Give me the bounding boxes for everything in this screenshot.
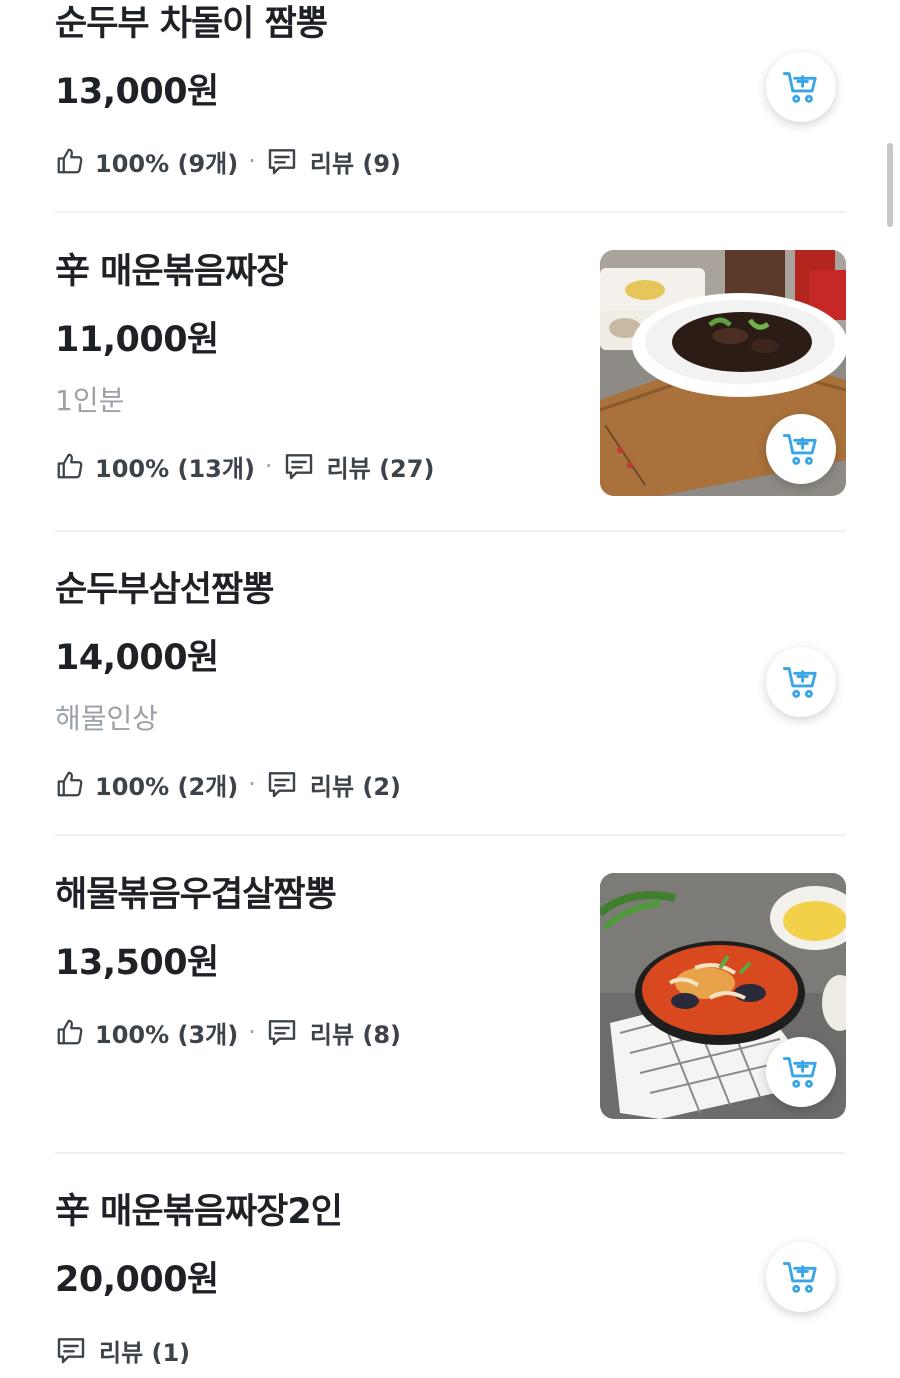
menu-item[interactable]: 순두부삼선짬뽕 14,000원 해물인상 100% (2개) · 리뷰 (2)	[55, 568, 846, 808]
speech-bubble-icon	[285, 454, 312, 480]
like-rate: 100% (13개)	[95, 454, 255, 483]
scrollbar-thumb[interactable]	[887, 143, 893, 227]
review-count[interactable]: 리뷰 (1)	[99, 1333, 190, 1368]
menu-item-price: 20,000원	[55, 1260, 219, 1300]
menu-item-name: 순두부 차돌이 짬뽕	[55, 4, 328, 44]
menu-item[interactable]: 辛 매운볶음짜장 11,000원 1인분 100% (13개) · 리뷰 (27…	[55, 250, 846, 500]
menu-item-stats: 100% (9개) · 리뷰 (9)	[55, 141, 401, 181]
thumbs-up-icon	[57, 453, 83, 479]
review-count[interactable]: 리뷰 (27)	[327, 449, 435, 484]
add-to-cart-icon	[782, 1057, 817, 1088]
menu-item-name: 순두부삼선짬뽕	[55, 570, 274, 610]
review-count[interactable]: 리뷰 (2)	[310, 767, 401, 802]
add-to-cart-icon	[782, 1262, 817, 1293]
menu-item-stats: 100% (3개) · 리뷰 (8)	[55, 1012, 401, 1052]
menu-item-stats: 100% (13개) · 리뷰 (27)	[55, 446, 434, 486]
add-to-cart-button[interactable]	[766, 1037, 836, 1107]
speech-bubble-icon	[268, 772, 296, 798]
add-to-cart-icon	[782, 667, 817, 698]
speech-bubble-icon	[268, 1020, 296, 1046]
menu-item-price: 14,000원	[55, 638, 219, 678]
like-rate: 100% (2개)	[95, 772, 239, 801]
menu-item-price: 11,000원	[55, 320, 219, 360]
like-rate: 100% (9개)	[95, 149, 239, 178]
review-count[interactable]: 리뷰 (8)	[310, 1015, 401, 1050]
separator-dot: ·	[264, 452, 273, 480]
add-to-cart-button[interactable]	[766, 52, 836, 122]
divider	[55, 211, 846, 213]
menu-item-stats: 리뷰 (1)	[55, 1330, 190, 1370]
add-to-cart-icon	[782, 72, 817, 103]
menu-item[interactable]: 해물볶음우겹살짬뽕 13,500원 100% (3개) · 리뷰 (8)	[55, 873, 846, 1123]
add-to-cart-button[interactable]	[766, 647, 836, 717]
menu-item-price: 13,500원	[55, 943, 219, 983]
menu-item-name: 辛 매운볶음짜장	[55, 252, 288, 292]
divider	[55, 1152, 846, 1154]
separator-dot: ·	[248, 1018, 256, 1046]
speech-bubble-icon	[268, 149, 296, 175]
menu-item-description: 1인분	[55, 384, 125, 417]
menu-item-name: 해물볶음우겹살짬뽕	[55, 875, 337, 915]
separator-dot: ·	[248, 147, 256, 175]
menu-item-stats: 100% (2개) · 리뷰 (2)	[55, 764, 401, 804]
add-to-cart-icon	[782, 434, 817, 465]
divider	[55, 530, 846, 532]
separator-dot: ·	[248, 770, 256, 798]
add-to-cart-button[interactable]	[766, 414, 836, 484]
speech-bubble-icon	[57, 1338, 85, 1364]
like-rate: 100% (3개)	[95, 1020, 239, 1049]
menu-item[interactable]: 순두부 차돌이 짬뽕 13,000원 100% (9개) · 리뷰 (9)	[55, 0, 846, 212]
thumbs-up-icon	[57, 1019, 83, 1045]
thumbs-up-icon	[57, 148, 83, 174]
divider	[55, 834, 846, 836]
menu-item[interactable]: 辛 매운볶음짜장2인 20,000원 리뷰 (1)	[55, 1190, 846, 1378]
thumbs-up-icon	[57, 771, 83, 797]
menu-item-name: 辛 매운볶음짜장2인	[55, 1192, 343, 1232]
menu-item-description: 해물인상	[55, 702, 159, 735]
review-count[interactable]: 리뷰 (9)	[310, 144, 401, 179]
add-to-cart-button[interactable]	[766, 1242, 836, 1312]
menu-item-price: 13,000원	[55, 72, 219, 112]
